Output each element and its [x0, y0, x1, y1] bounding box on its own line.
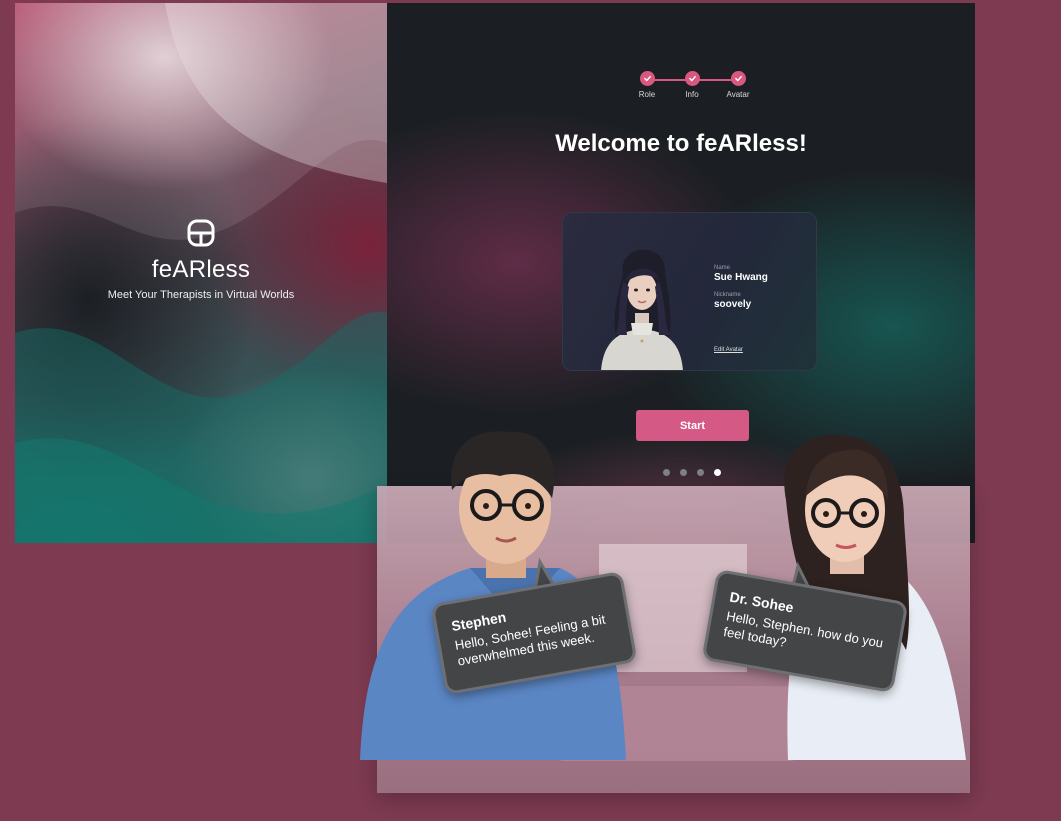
pager-dot[interactable]	[663, 469, 670, 476]
pager-dot-active[interactable]	[714, 469, 721, 476]
pager-dot[interactable]	[697, 469, 704, 476]
checkmark-icon	[684, 71, 700, 86]
profile-info: Name Sue Hwang Nickname soovely	[714, 265, 768, 310]
welcome-title: Welcome to feARless!	[555, 130, 807, 157]
checkmark-icon	[639, 71, 655, 86]
room-sofa	[552, 686, 802, 761]
nickname-label: Nickname	[714, 292, 741, 298]
user-avatar	[601, 249, 683, 370]
chat-message: Hello, Stephen. how do you feel today?	[722, 608, 885, 651]
start-button[interactable]: Start	[636, 410, 749, 441]
step-label: Avatar	[726, 90, 750, 99]
step-info: Info	[672, 71, 712, 99]
brand-block: feARless Meet Your Therapists in Virtual…	[15, 219, 387, 301]
pager-dot[interactable]	[680, 469, 687, 476]
step-avatar: Avatar	[718, 71, 758, 99]
brand-name: feARless	[151, 256, 251, 283]
checkmark-icon	[730, 71, 746, 86]
step-label: Info	[685, 90, 699, 99]
brand-tagline: Meet Your Therapists in Virtual Worlds	[107, 289, 295, 301]
brand-panel: feARless Meet Your Therapists in Virtual…	[15, 3, 387, 543]
fearless-logo-icon	[187, 219, 215, 247]
step-role: Role	[627, 71, 667, 99]
pager-dots	[663, 469, 721, 476]
edit-avatar-link[interactable]: Edit Avatar	[714, 347, 743, 353]
name-value: Sue Hwang	[714, 272, 768, 283]
progress-stepper: Role Info Avatar	[627, 71, 757, 103]
profile-card: Name Sue Hwang Nickname soovely Edit Ava…	[562, 212, 817, 371]
nickname-value: soovely	[714, 299, 752, 310]
onboarding-panel: Role Info Avatar Welcome to feARless! Na…	[387, 3, 975, 543]
name-label: Name	[714, 265, 731, 271]
step-label: Role	[638, 90, 656, 99]
